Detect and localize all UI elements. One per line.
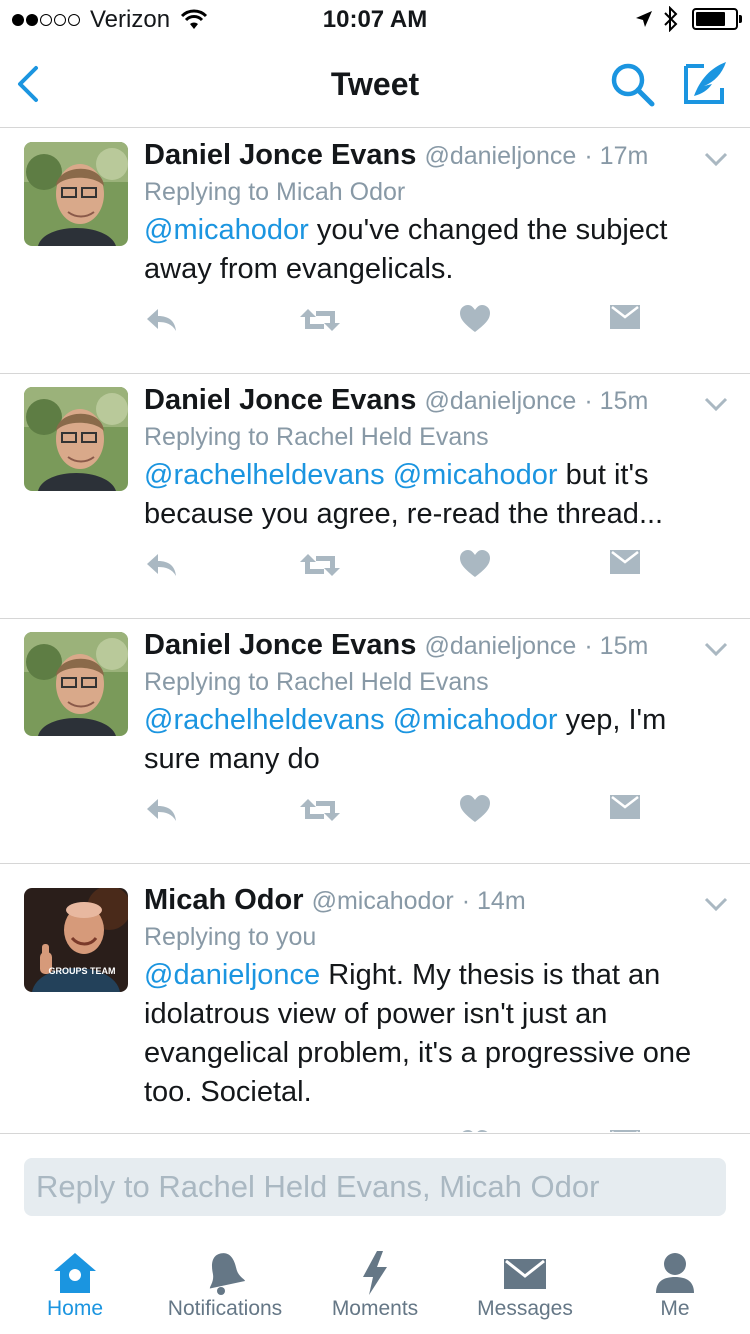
tab-label: Notifications bbox=[167, 1297, 283, 1320]
status-bar: Verizon 10:07 AM bbox=[0, 0, 750, 40]
chevron-down-icon[interactable] bbox=[704, 396, 728, 412]
avatar[interactable]: GROUPS TEAM bbox=[24, 888, 128, 992]
tweet[interactable]: Daniel Jonce Evans @danieljonce · 15m Re… bbox=[0, 619, 750, 864]
search-icon[interactable] bbox=[608, 60, 656, 108]
tweet[interactable]: GROUPS TEAM Micah Odor @micahodor · 14m … bbox=[0, 864, 750, 1132]
person-icon bbox=[656, 1253, 694, 1293]
tweet-author-name[interactable]: Daniel Jonce Evans bbox=[144, 629, 416, 661]
like-icon[interactable] bbox=[460, 795, 490, 823]
replying-to-label[interactable]: Replying to Rachel Held Evans bbox=[144, 423, 710, 452]
location-arrow-icon bbox=[636, 11, 652, 27]
direct-message-icon[interactable] bbox=[610, 1130, 640, 1132]
reply-composer bbox=[0, 1133, 750, 1237]
tweet-mention[interactable]: @rachelheldevans @micahodor bbox=[144, 459, 558, 491]
tweet-mention[interactable]: @rachelheldevans @micahodor bbox=[144, 704, 558, 736]
avatar[interactable] bbox=[24, 142, 128, 246]
status-right bbox=[634, 6, 742, 32]
like-icon[interactable] bbox=[460, 305, 490, 333]
reply-icon[interactable] bbox=[144, 305, 178, 335]
tweet[interactable]: Daniel Jonce Evans @danieljonce · 17m Re… bbox=[0, 129, 750, 374]
reply-input[interactable] bbox=[24, 1158, 726, 1216]
tweet-author-name[interactable]: Micah Odor bbox=[144, 884, 304, 916]
avatar[interactable] bbox=[24, 387, 128, 491]
tweet-text: @rachelheldevans @micahodor but it's bec… bbox=[144, 456, 710, 534]
tweet-actions bbox=[144, 1130, 644, 1132]
tweet-author-handle[interactable]: @danieljonce bbox=[424, 387, 576, 415]
reply-icon[interactable] bbox=[144, 795, 178, 825]
retweet-icon[interactable] bbox=[300, 305, 340, 335]
tweet-text: @danieljonce Right. My thesis is that an… bbox=[144, 956, 710, 1112]
tab-label: Messages bbox=[477, 1297, 573, 1320]
bell-icon bbox=[209, 1253, 245, 1295]
chevron-down-icon[interactable] bbox=[704, 641, 728, 657]
tweet-mention[interactable]: @micahodor bbox=[144, 214, 309, 246]
chevron-down-icon[interactable] bbox=[704, 151, 728, 167]
battery-icon bbox=[692, 8, 742, 30]
tweet-actions bbox=[144, 305, 644, 345]
tweet-timestamp: · 14m bbox=[461, 887, 526, 915]
tweet-author-handle[interactable]: @micahodor bbox=[312, 887, 454, 915]
tab-messages[interactable]: Messages bbox=[470, 1251, 580, 1321]
like-icon[interactable] bbox=[460, 1130, 490, 1132]
replying-to-label[interactable]: Replying to Micah Odor bbox=[144, 178, 710, 207]
tab-moments[interactable]: Moments bbox=[324, 1251, 426, 1321]
tweet-actions bbox=[144, 795, 644, 835]
tweet-timestamp: · 15m bbox=[584, 387, 649, 415]
chevron-down-icon[interactable] bbox=[704, 896, 728, 912]
envelope-icon bbox=[504, 1259, 546, 1289]
retweet-icon[interactable] bbox=[300, 550, 340, 580]
tweet-mention[interactable]: @danieljonce bbox=[144, 959, 320, 991]
replying-to-label[interactable]: Replying to Rachel Held Evans bbox=[144, 668, 710, 697]
direct-message-icon[interactable] bbox=[610, 550, 640, 576]
home-icon bbox=[54, 1253, 96, 1293]
avatar[interactable] bbox=[24, 632, 128, 736]
direct-message-icon[interactable] bbox=[610, 795, 640, 821]
direct-message-icon[interactable] bbox=[610, 305, 640, 331]
lightning-icon bbox=[363, 1251, 387, 1295]
bluetooth-icon bbox=[664, 6, 678, 32]
tweet-actions bbox=[144, 550, 644, 590]
reply-icon[interactable] bbox=[144, 1130, 178, 1132]
reply-icon[interactable] bbox=[144, 550, 178, 580]
tab-label: Home bbox=[46, 1297, 104, 1320]
retweet-icon[interactable] bbox=[300, 1130, 340, 1132]
tweet-text: @micahodor you've changed the subject aw… bbox=[144, 211, 710, 289]
tweet-author-name[interactable]: Daniel Jonce Evans bbox=[144, 139, 416, 171]
avatar-shirt-text: GROUPS TEAM bbox=[48, 966, 115, 976]
tab-me[interactable]: Me bbox=[646, 1251, 704, 1321]
tweet-author-name[interactable]: Daniel Jonce Evans bbox=[144, 384, 416, 416]
compose-icon[interactable] bbox=[682, 58, 728, 108]
tweet-text: @rachelheldevans @micahodor yep, I'm sur… bbox=[144, 701, 710, 779]
tab-label: Me bbox=[660, 1297, 690, 1320]
like-icon[interactable] bbox=[460, 550, 490, 578]
tab-home[interactable]: Home bbox=[38, 1251, 112, 1321]
tab-notifications[interactable]: Notifications bbox=[156, 1251, 294, 1321]
tweet-author-handle[interactable]: @danieljonce bbox=[424, 142, 576, 170]
nav-bar: Tweet bbox=[0, 40, 750, 128]
tweet-author-handle[interactable]: @danieljonce bbox=[424, 632, 576, 660]
tab-bar: Home Notifications Moments Messages Me bbox=[0, 1237, 750, 1334]
tweet-timestamp: · 15m bbox=[584, 632, 649, 660]
tweet-timestamp: · 17m bbox=[584, 142, 649, 170]
replying-to-label[interactable]: Replying to you bbox=[144, 923, 710, 952]
tab-label: Moments bbox=[331, 1297, 419, 1320]
tweet-feed[interactable]: Daniel Jonce Evans @danieljonce · 17m Re… bbox=[0, 129, 750, 1132]
retweet-icon[interactable] bbox=[300, 795, 340, 825]
tweet[interactable]: Daniel Jonce Evans @danieljonce · 15m Re… bbox=[0, 374, 750, 619]
